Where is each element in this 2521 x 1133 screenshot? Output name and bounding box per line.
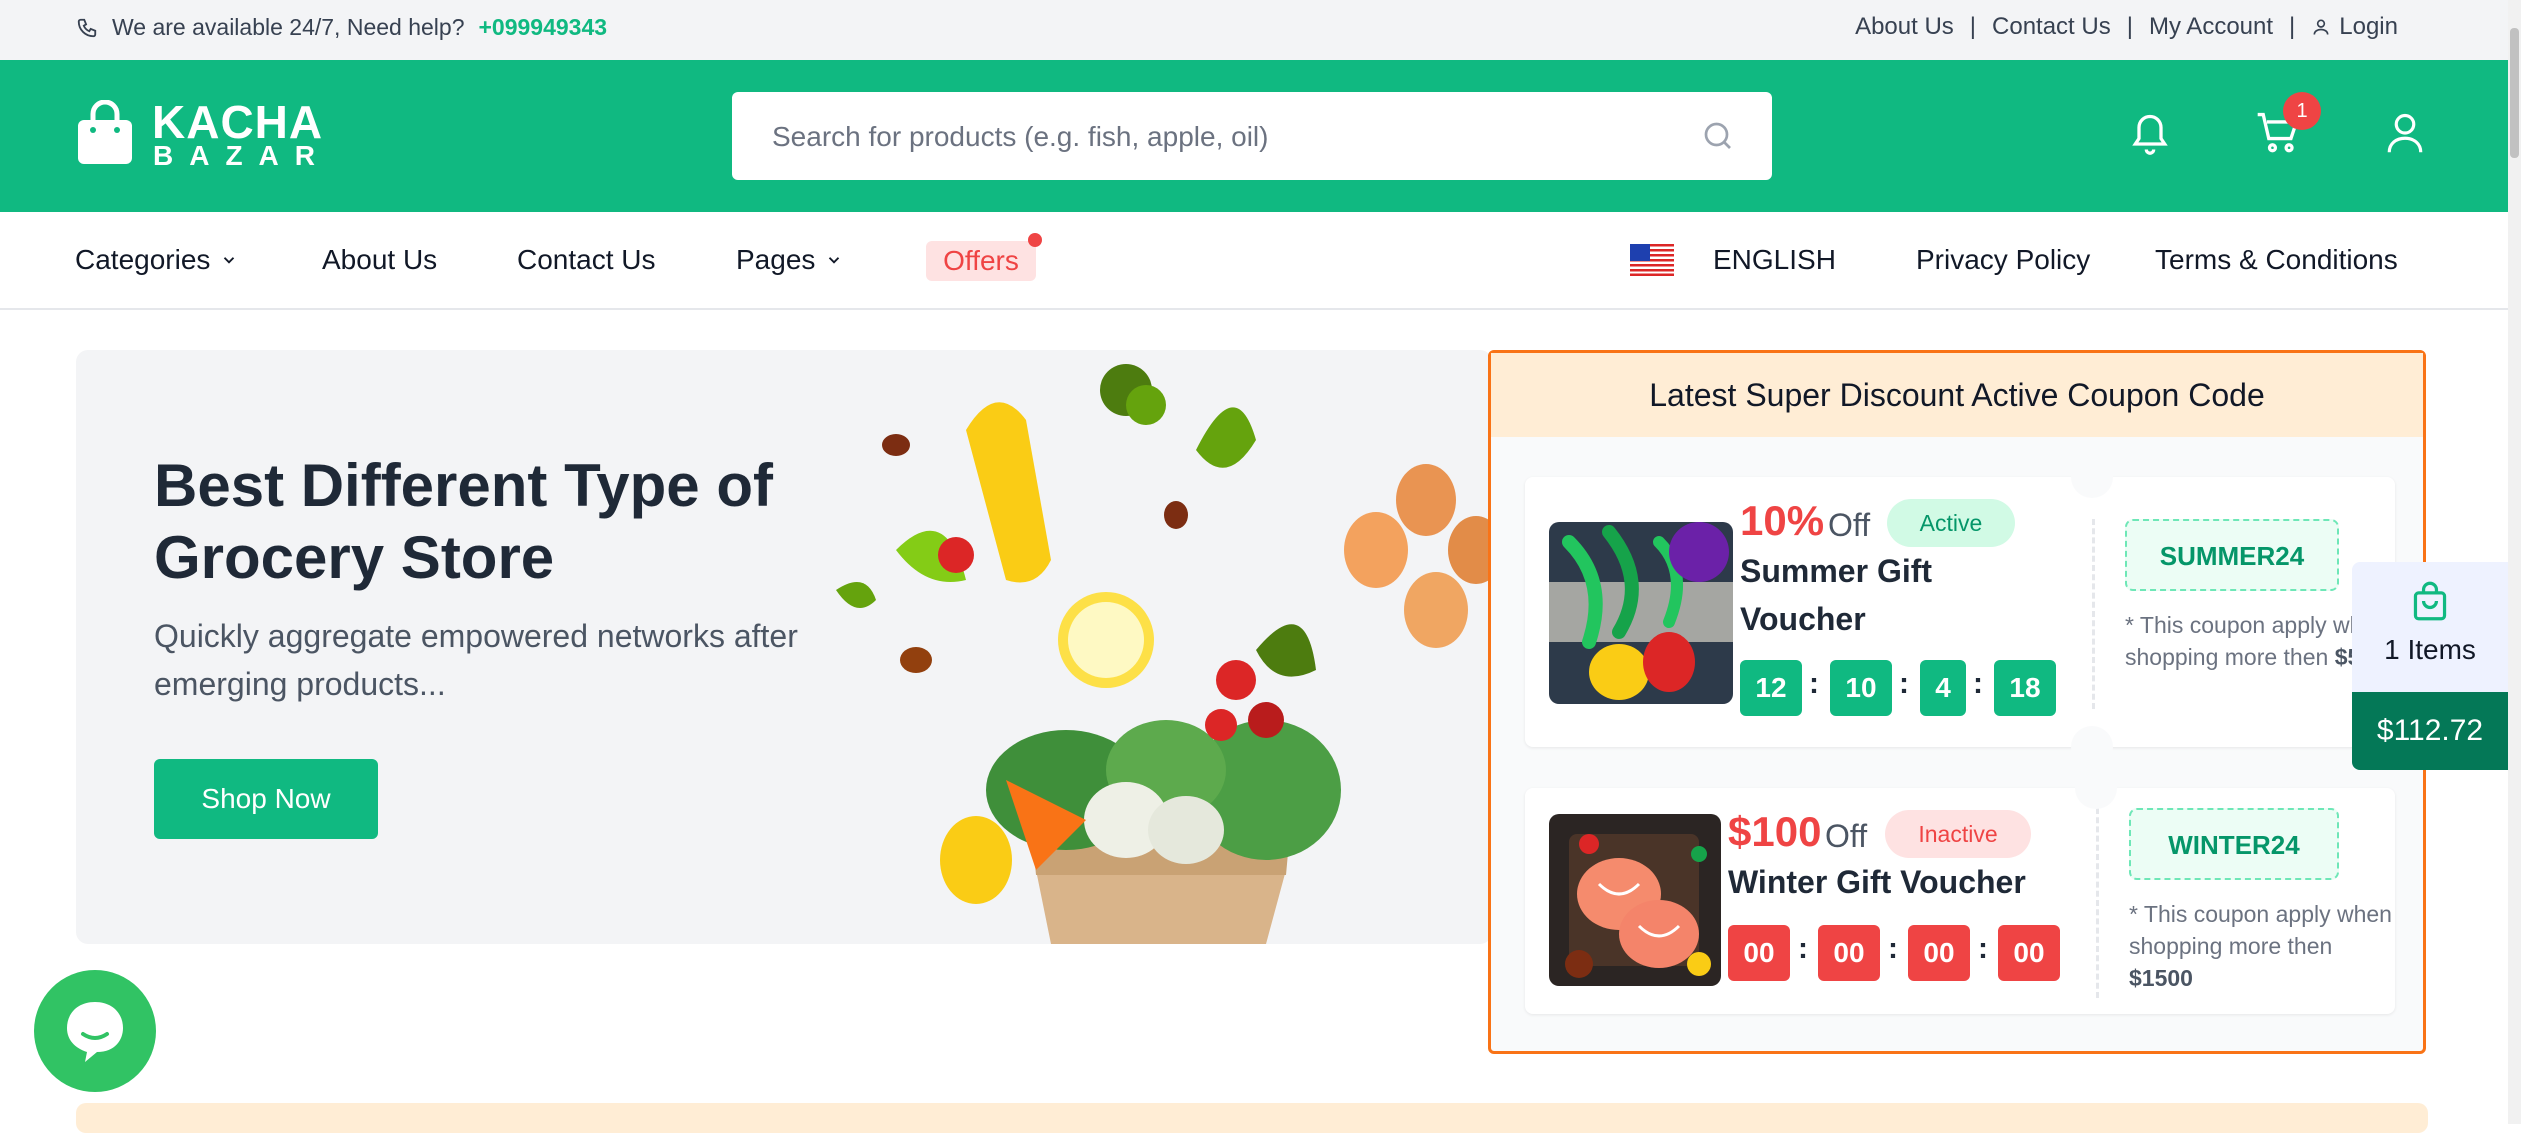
colon: : (1888, 932, 1898, 965)
hero-title: Best Different Type of Grocery Store (154, 452, 773, 591)
us-flag-icon[interactable] (1630, 244, 1674, 276)
countdown-hours: 10 (1830, 660, 1892, 716)
offers-notification-dot (1028, 233, 1042, 247)
help-text: We are available 24/7, Need help? (112, 14, 465, 40)
countdown-hours: 00 (1818, 925, 1880, 981)
search-input[interactable] (770, 116, 1674, 158)
search-bar (732, 92, 1772, 180)
colon: : (1809, 667, 1819, 700)
floating-cart[interactable]: 1 Items $112.72 (2352, 562, 2508, 770)
chat-button[interactable] (34, 970, 156, 1092)
top-link-login[interactable]: Login (2311, 13, 2398, 41)
nav-privacy[interactable]: Privacy Policy (1916, 244, 2090, 276)
user-icon[interactable] (2384, 108, 2426, 158)
countdown-seconds: 18 (1994, 660, 2056, 716)
coupon-card: 10% Off Active Summer Gift Voucher 12 : … (1525, 456, 2395, 768)
coupon-card: $100 Off Inactive Winter Gift Voucher 00… (1525, 767, 2395, 1014)
nav-categories[interactable]: Categories (75, 244, 238, 276)
chat-bubble-icon (67, 1002, 123, 1062)
top-link-about[interactable]: About Us (1855, 13, 1954, 41)
top-link-account[interactable]: My Account (2149, 13, 2273, 41)
salmon-image (1549, 814, 1721, 986)
top-bar: We are available 24/7, Need help? +09994… (0, 0, 2508, 60)
login-label: Login (2339, 13, 2398, 40)
coupon-notch (2071, 726, 2113, 768)
shopping-bag-logo-icon[interactable] (76, 100, 134, 166)
shopping-bag-icon (2413, 581, 2447, 621)
nav-offers[interactable]: Offers (926, 241, 1036, 281)
coupon-code[interactable]: SUMMER24 (2125, 519, 2339, 591)
coupon-off-label: Off (1828, 507, 1871, 543)
coupon-discount: $100 (1728, 808, 1822, 855)
coupon-title: Winter Gift Voucher (1728, 864, 2026, 900)
shop-now-button[interactable]: Shop Now (154, 759, 378, 839)
colon: : (1973, 667, 1983, 700)
countdown-days: 12 (1740, 660, 1802, 716)
coupon-off-label: Off (1825, 818, 1868, 854)
bell-icon[interactable] (2128, 108, 2172, 158)
coupon-divider (2092, 519, 2095, 709)
coupon-min-amount: $1500 (2129, 965, 2193, 991)
grocery-bag-illustration (836, 364, 1492, 944)
coupon-discount: 10% (1740, 497, 1825, 544)
coupon-divider (2096, 808, 2099, 998)
nav-categories-label: Categories (75, 244, 211, 275)
hero-banner: Best Different Type of Grocery Store Qui… (76, 350, 1492, 944)
help-line: We are available 24/7, Need help? +09994… (76, 14, 607, 41)
top-links: About Us | Contact Us | My Account | Log… (1855, 13, 2398, 41)
hero-subtitle: Quickly aggregate empowered networks aft… (154, 618, 798, 702)
coupon-title: Summer Gift Voucher (1740, 553, 1933, 637)
coupon-notch (2075, 767, 2117, 809)
coupon-panel: Latest Super Discount Active Coupon Code… (1488, 350, 2426, 1054)
search-icon[interactable] (1700, 118, 1736, 154)
phone-icon (77, 18, 97, 37)
scrollbar-thumb[interactable] (2510, 28, 2519, 158)
user-icon (2313, 19, 2329, 35)
main-nav: Categories About Us Contact Us Pages ENG… (0, 212, 2508, 310)
divider: | (1969, 13, 1977, 40)
floating-cart-total: $112.72 (2352, 692, 2508, 770)
coupon-status-badge: Inactive (1885, 810, 2031, 858)
divider: | (2126, 13, 2133, 40)
divider: | (2289, 13, 2296, 40)
nav-pages[interactable]: Pages (736, 244, 843, 276)
chevron-down-icon (829, 257, 840, 264)
nav-about[interactable]: About Us (322, 244, 437, 276)
coupon-status-badge: Active (1887, 499, 2015, 547)
top-link-contact[interactable]: Contact Us (1992, 13, 2111, 41)
language-select[interactable]: ENGLISH (1713, 244, 1836, 276)
logo-text-bazar[interactable]: BAZAR (153, 140, 331, 172)
coupon-note: * This coupon apply when shopping more t… (2129, 898, 2395, 994)
colon: : (1798, 932, 1808, 965)
page-scrollbar[interactable] (2508, 0, 2521, 1124)
countdown-days: 00 (1728, 925, 1790, 981)
nav-terms[interactable]: Terms & Conditions (2155, 244, 2398, 276)
cart-count-badge: 1 (2283, 92, 2321, 130)
countdown-minutes: 4 (1920, 660, 1966, 716)
peppers-image (1549, 522, 1733, 704)
coupon-panel-heading: Latest Super Discount Active Coupon Code (1491, 353, 2423, 437)
help-phone[interactable]: +099949343 (478, 14, 607, 41)
countdown-seconds: 00 (1998, 925, 2060, 981)
promo-strip (76, 1103, 2428, 1133)
coupon-note-text: * This coupon apply when shopping more t… (2129, 901, 2392, 959)
colon: : (1978, 932, 1988, 965)
colon: : (1899, 667, 1909, 700)
coupon-code[interactable]: WINTER24 (2129, 808, 2339, 880)
coupon-notch (2071, 456, 2113, 498)
nav-pages-label: Pages (736, 244, 816, 275)
countdown-minutes: 00 (1908, 925, 1970, 981)
nav-contact[interactable]: Contact Us (517, 244, 656, 276)
floating-cart-items: 1 Items (2384, 634, 2476, 665)
chevron-down-icon (224, 257, 235, 264)
